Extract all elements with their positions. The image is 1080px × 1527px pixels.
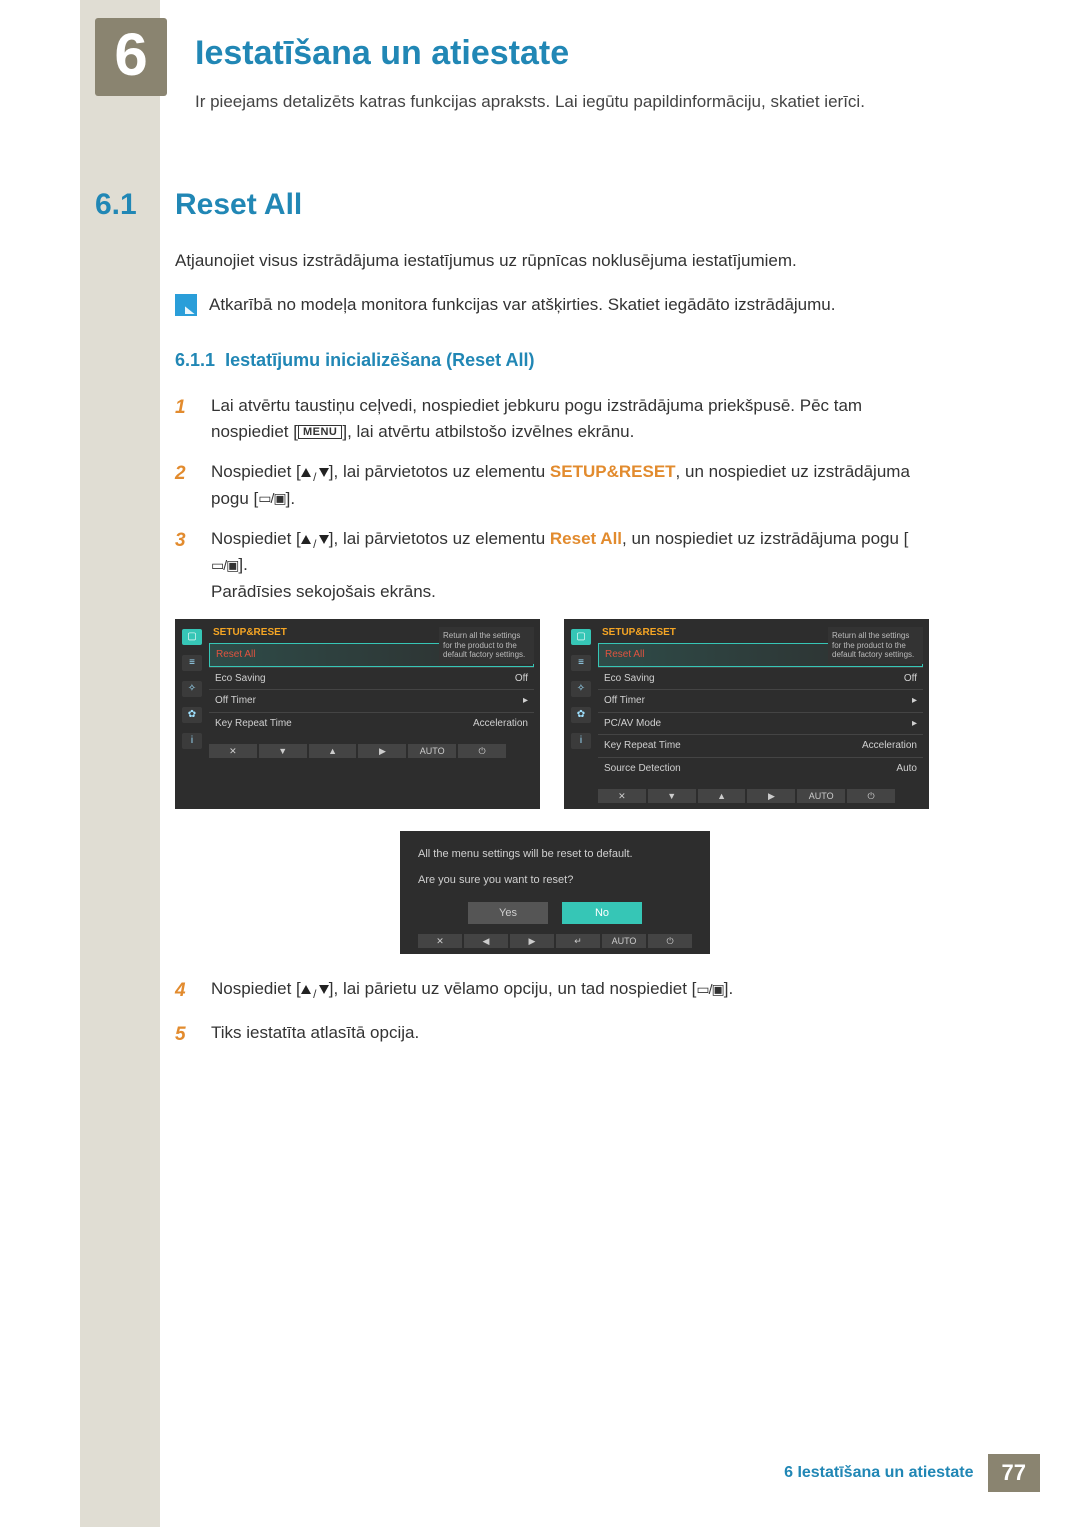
list-icon: ≡ — [571, 655, 591, 671]
confirm-line-1: All the menu settings will be reset to d… — [418, 847, 692, 862]
section-intro: Atjaunojiet visus izstrādājuma iestatīju… — [175, 248, 935, 274]
content-body: Atjaunojiet visus izstrādājuma iestatīju… — [175, 248, 935, 1063]
gear-icon: ✿ — [571, 707, 591, 723]
chapter-subtitle: Ir pieejams detalizēts katras funkcijas … — [195, 92, 865, 112]
confirm-footer: ✕◀▶↵AUTO⏻ — [418, 934, 692, 948]
steps-list: 1 Lai atvērtu taustiņu ceļvedi, nospiedi… — [175, 393, 935, 605]
section-number: 6.1 — [95, 188, 137, 222]
osd-tooltip: Return all the settings for the product … — [828, 627, 923, 664]
monitor-icon: ▢ — [571, 629, 591, 645]
note-text: Atkarībā no modeļa monitora funkcijas va… — [209, 292, 835, 318]
osd-item: Eco SavingOff — [598, 667, 923, 690]
chapter-title: Iestatīšana un atiestate — [195, 34, 569, 73]
osd-sidebar: ▢ ≡ ✧ ✿ i — [568, 629, 594, 749]
menu-key-label: MENU — [298, 425, 342, 439]
osd-tooltip: Return all the settings for the product … — [439, 627, 534, 664]
osd-item: Off Timer▸ — [209, 689, 534, 712]
osd-item: PC/AV Mode▸ — [598, 712, 923, 735]
step-1: Lai atvērtu taustiņu ceļvedi, nospiediet… — [211, 393, 935, 446]
enter-icon: ▭/▣ — [211, 555, 238, 577]
note-icon — [175, 294, 197, 316]
step-number: 2 — [175, 459, 193, 512]
arrows-icon: ✧ — [182, 681, 202, 697]
up-down-icon: / — [301, 468, 329, 477]
step-2: Nospiediet [/], lai pārvietotos uz eleme… — [211, 459, 935, 512]
step-4: Nospiediet [/], lai pārietu uz vēlamo op… — [211, 976, 935, 1005]
confirm-yes: Yes — [468, 902, 548, 924]
up-down-icon: / — [301, 535, 329, 544]
osd-sidebar: ▢ ≡ ✧ ✿ i — [179, 629, 205, 749]
enter-icon: ▭/▣ — [696, 979, 723, 1001]
subsection-heading: 6.1.1 Iestatījumu inicializēšana (Reset … — [175, 347, 935, 375]
step-3: Nospiediet [/], lai pārvietotos uz eleme… — [211, 526, 935, 605]
list-icon: ≡ — [182, 655, 202, 671]
up-down-icon: / — [301, 985, 329, 994]
confirm-line-2: Are you sure you want to reset? — [418, 873, 692, 888]
arrows-icon: ✧ — [571, 681, 591, 697]
chapter-number-badge: 6 — [95, 18, 167, 96]
osd-item: Key Repeat TimeAcceleration — [598, 734, 923, 757]
osd-menu-1: ▢ ≡ ✧ ✿ i Return all the settings for th… — [175, 619, 540, 810]
monitor-icon: ▢ — [182, 629, 202, 645]
note-row: Atkarībā no modeļa monitora funkcijas va… — [175, 292, 935, 318]
enter-icon: ▭/▣ — [258, 488, 285, 510]
osd-item: Key Repeat TimeAcceleration — [209, 712, 534, 735]
step-number: 5 — [175, 1020, 193, 1049]
step-number: 1 — [175, 393, 193, 446]
confirm-dialog: All the menu settings will be reset to d… — [400, 831, 710, 954]
osd-screenshots: ▢ ≡ ✧ ✿ i Return all the settings for th… — [175, 619, 935, 810]
side-strip — [80, 0, 160, 1527]
osd-menu-2: ▢ ≡ ✧ ✿ i Return all the settings for th… — [564, 619, 929, 810]
steps-list-cont: 4 Nospiediet [/], lai pārietu uz vēlamo … — [175, 976, 935, 1049]
osd-item: Source DetectionAuto — [598, 757, 923, 780]
osd-footer: ✕▼▲▶AUTO⏻ — [598, 789, 895, 803]
info-icon: i — [571, 733, 591, 749]
confirm-no: No — [562, 902, 642, 924]
step-5: Tiks iestatīta atlasītā opcija. — [211, 1020, 935, 1049]
page-number: 77 — [988, 1454, 1040, 1492]
page-footer: 6 Iestatīšana un atiestate 77 — [80, 1455, 1040, 1491]
osd-item: Eco SavingOff — [209, 667, 534, 690]
section-title: Reset All — [175, 188, 302, 222]
osd-footer: ✕▼▲▶AUTO⏻ — [209, 744, 506, 758]
osd-item: Off Timer▸ — [598, 689, 923, 712]
gear-icon: ✿ — [182, 707, 202, 723]
step-number: 3 — [175, 526, 193, 605]
info-icon: i — [182, 733, 202, 749]
footer-label: 6 Iestatīšana un atiestate — [784, 1464, 973, 1482]
step-number: 4 — [175, 976, 193, 1005]
